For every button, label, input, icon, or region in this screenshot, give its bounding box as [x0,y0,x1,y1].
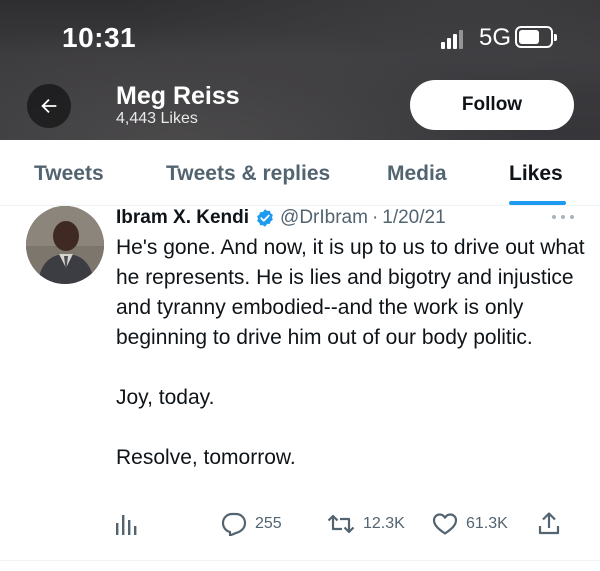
tab-tweets-and-replies[interactable]: Tweets & replies [166,162,330,186]
tab-media[interactable]: Media [387,162,447,186]
back-button[interactable] [27,84,71,128]
avatar[interactable] [26,206,104,284]
like-button[interactable]: 61.3K [432,512,508,536]
tweet-author-handle[interactable]: @DrIbram [280,207,368,229]
reply-count: 255 [255,515,282,532]
tweet-paragraph: Resolve, tomorrow. [116,446,296,469]
tab-tweets[interactable]: Tweets [34,162,104,186]
reply-icon [221,512,247,536]
avatar-photo [26,206,104,284]
battery-icon [515,26,557,48]
profile-header: 10:31 5G Meg Reiss 4,443 Likes Follow [0,0,600,140]
share-button[interactable] [538,512,560,536]
network-type: 5G [479,24,512,51]
profile-likes-count: 4,443 Likes [116,110,198,127]
tweet-paragraph: He's gone. And now, it is up to us to dr… [116,236,585,349]
more-dots-icon[interactable] [551,214,575,220]
retweet-icon [327,514,355,534]
share-icon [538,512,560,535]
verified-badge-icon [257,209,273,227]
tab-likes[interactable]: Likes [509,162,563,186]
profile-name: Meg Reiss [116,82,240,110]
like-count: 61.3K [466,515,508,532]
cellular-signal-icon [441,29,465,49]
tweet-meta-separator: · [371,207,379,228]
analytics-button[interactable] [115,512,137,536]
tweet-header: Ibram X. Kendi @DrIbram · 1/20/21 [116,206,446,230]
tweet-actions: 255 12.3K 61.3K [0,510,600,540]
tweet-author-name[interactable]: Ibram X. Kendi [116,207,249,229]
retweet-button[interactable]: 12.3K [327,512,405,536]
reply-button[interactable]: 255 [221,512,282,536]
analytics-icon [116,515,137,535]
profile-tabs: Tweets Tweets & replies Media Likes [0,140,600,206]
divider [0,560,600,561]
status-time: 10:31 [62,22,137,53]
tweet-text: He's gone. And now, it is up to us to dr… [116,233,586,473]
arrow-left-icon [41,98,57,114]
heart-icon [432,513,458,535]
tweet-date[interactable]: 1/20/21 [382,207,445,229]
follow-button[interactable]: Follow [410,80,574,130]
tweet-paragraph: Joy, today. [116,386,215,409]
retweet-count: 12.3K [363,515,405,532]
